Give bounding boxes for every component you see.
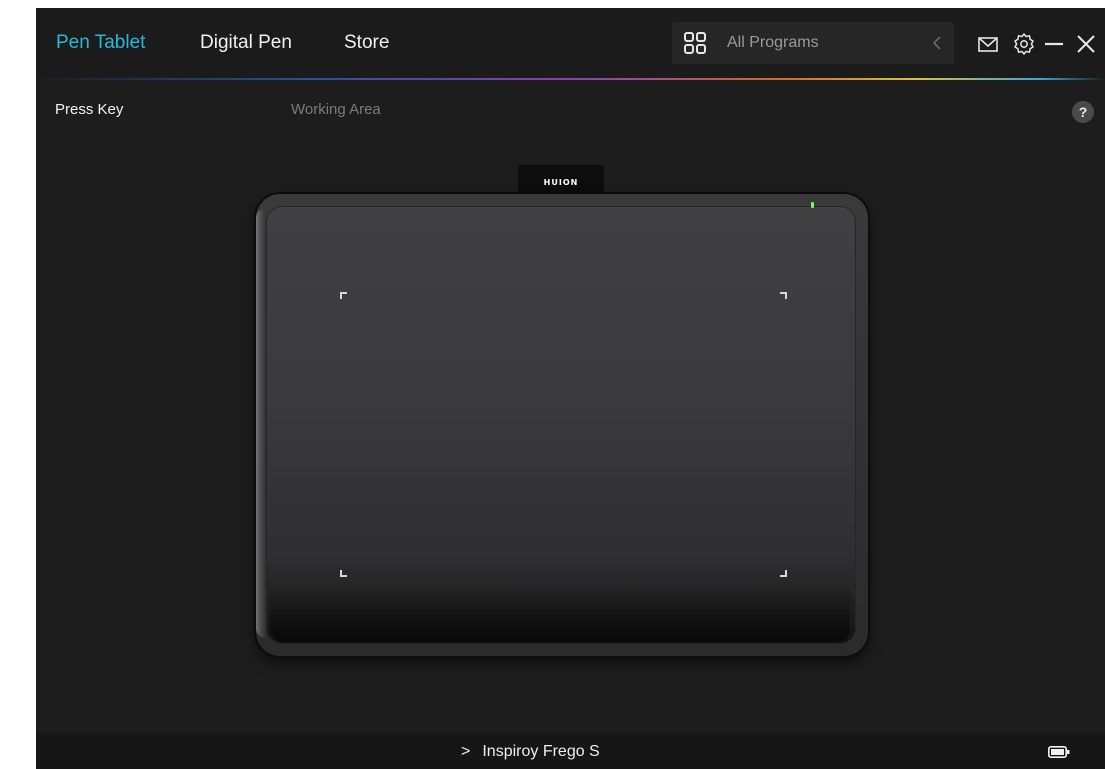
corner-mark-top-right <box>780 292 787 299</box>
bottom-bar: > Inspiroy Frego S <box>36 733 1105 769</box>
help-button[interactable]: ? <box>1072 101 1094 123</box>
tablet-active-area <box>266 206 856 644</box>
mail-icon[interactable] <box>978 33 998 55</box>
all-programs-selector[interactable]: All Programs <box>672 22 954 64</box>
tablet-edge <box>256 208 266 638</box>
all-programs-label: All Programs <box>727 34 819 51</box>
chevron-left-icon[interactable] <box>932 35 942 51</box>
subtab-press-key[interactable]: Press Key <box>55 100 123 120</box>
device-name: Inspiroy Frego S <box>482 743 600 760</box>
chevron-right-icon: > <box>461 743 471 760</box>
app-window: Pen Tablet Digital Pen Store All Program… <box>36 8 1105 769</box>
grid-icon <box>684 32 706 54</box>
tab-pen-tablet[interactable]: Pen Tablet <box>56 30 145 56</box>
tablet-shadow <box>270 582 850 642</box>
gear-icon[interactable] <box>1013 33 1035 55</box>
tab-digital-pen[interactable]: Digital Pen <box>200 30 292 56</box>
top-bar: Pen Tablet Digital Pen Store All Program… <box>36 8 1105 78</box>
device-selector[interactable]: > Inspiroy Frego S <box>461 741 600 763</box>
corner-mark-bottom-left <box>340 570 347 577</box>
accent-divider <box>36 78 1105 80</box>
subtab-working-area[interactable]: Working Area <box>291 100 381 120</box>
corner-mark-top-left <box>340 292 347 299</box>
status-led <box>811 202 814 208</box>
huion-logo: HUION <box>543 178 579 187</box>
corner-mark-bottom-right <box>780 570 787 577</box>
close-icon[interactable] <box>1076 33 1096 55</box>
minimize-icon[interactable] <box>1043 33 1065 55</box>
tablet-illustration <box>256 194 868 656</box>
battery-icon <box>1048 746 1070 758</box>
tab-store[interactable]: Store <box>344 30 389 56</box>
